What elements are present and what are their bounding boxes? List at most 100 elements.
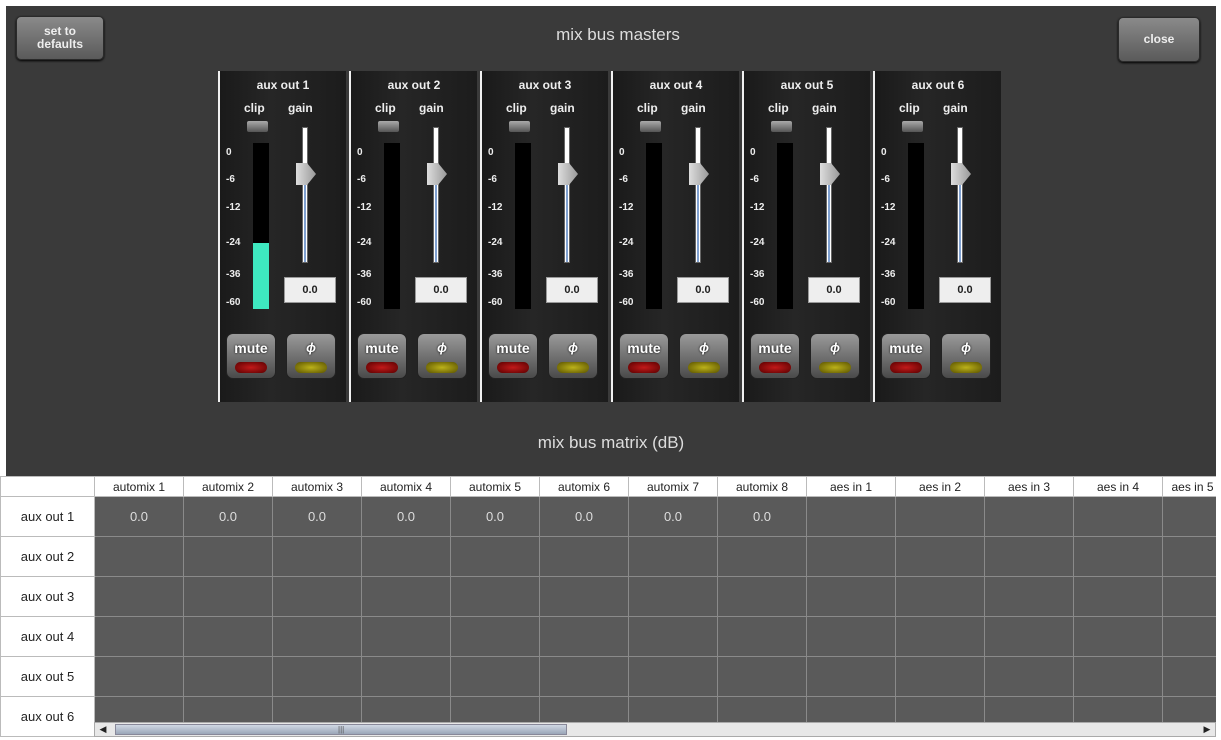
matrix-cell[interactable] bbox=[1073, 656, 1163, 697]
gain-value-field[interactable]: 0.0 bbox=[546, 277, 598, 303]
fader-knob[interactable] bbox=[951, 163, 971, 185]
matrix-cell[interactable] bbox=[94, 656, 184, 697]
matrix-cell[interactable]: 0.0 bbox=[539, 496, 629, 537]
phase-invert-button[interactable]: ϕ bbox=[548, 333, 598, 379]
scroll-right-icon[interactable]: ▶ bbox=[1201, 724, 1213, 735]
fader-knob[interactable] bbox=[820, 163, 840, 185]
mute-button[interactable]: mute bbox=[619, 333, 669, 379]
matrix-cell[interactable] bbox=[984, 576, 1074, 617]
matrix-cell[interactable] bbox=[539, 576, 629, 617]
matrix-cell[interactable] bbox=[628, 576, 718, 617]
matrix-cell[interactable] bbox=[450, 616, 540, 657]
phase-invert-button[interactable]: ϕ bbox=[810, 333, 860, 379]
matrix-cell[interactable] bbox=[94, 536, 184, 577]
matrix-cell[interactable] bbox=[717, 656, 807, 697]
matrix-cell[interactable] bbox=[806, 656, 896, 697]
matrix-cell[interactable]: 0.0 bbox=[183, 496, 273, 537]
gain-value-field[interactable]: 0.0 bbox=[939, 277, 991, 303]
matrix-cell[interactable] bbox=[895, 536, 985, 577]
matrix-cell[interactable] bbox=[1162, 656, 1216, 697]
matrix-cell[interactable] bbox=[1073, 536, 1163, 577]
close-button[interactable]: close bbox=[1118, 17, 1200, 62]
phase-invert-button[interactable]: ϕ bbox=[679, 333, 729, 379]
matrix-cell[interactable] bbox=[183, 656, 273, 697]
gain-value-field[interactable]: 0.0 bbox=[677, 277, 729, 303]
matrix-cell[interactable] bbox=[272, 656, 362, 697]
matrix-cell[interactable]: 0.0 bbox=[628, 496, 718, 537]
matrix-cell[interactable]: 0.0 bbox=[450, 496, 540, 537]
matrix-cell[interactable] bbox=[539, 656, 629, 697]
matrix-cell[interactable] bbox=[717, 576, 807, 617]
mute-button[interactable]: mute bbox=[226, 333, 276, 379]
gain-value-field[interactable]: 0.0 bbox=[415, 277, 467, 303]
matrix-cell[interactable] bbox=[984, 536, 1074, 577]
mute-button[interactable]: mute bbox=[488, 333, 538, 379]
matrix-cell[interactable]: 0.0 bbox=[272, 496, 362, 537]
matrix-cell[interactable] bbox=[1073, 576, 1163, 617]
matrix-cell[interactable] bbox=[895, 496, 985, 537]
fader-knob[interactable] bbox=[427, 163, 447, 185]
gain-value-field[interactable]: 0.0 bbox=[284, 277, 336, 303]
matrix-cell[interactable] bbox=[183, 616, 273, 657]
matrix-cell[interactable] bbox=[806, 496, 896, 537]
fader-knob[interactable] bbox=[296, 163, 316, 185]
matrix-cell[interactable] bbox=[272, 576, 362, 617]
matrix-cell[interactable] bbox=[183, 576, 273, 617]
matrix-cell[interactable] bbox=[984, 656, 1074, 697]
gain-fader[interactable] bbox=[695, 127, 701, 263]
matrix-cell[interactable] bbox=[94, 616, 184, 657]
phase-invert-button[interactable]: ϕ bbox=[941, 333, 991, 379]
matrix-cell[interactable] bbox=[806, 576, 896, 617]
matrix-cell[interactable] bbox=[539, 616, 629, 657]
mute-button[interactable]: mute bbox=[750, 333, 800, 379]
matrix-cell[interactable] bbox=[272, 616, 362, 657]
matrix-cell[interactable] bbox=[272, 536, 362, 577]
matrix-cell[interactable] bbox=[450, 576, 540, 617]
matrix-cell[interactable] bbox=[1162, 496, 1216, 537]
mute-button[interactable]: mute bbox=[357, 333, 407, 379]
matrix-cell[interactable] bbox=[717, 536, 807, 577]
matrix-cell[interactable] bbox=[717, 616, 807, 657]
matrix-cell[interactable] bbox=[361, 616, 451, 657]
matrix-cell[interactable] bbox=[361, 656, 451, 697]
matrix-cell[interactable] bbox=[1162, 576, 1216, 617]
matrix-horizontal-scrollbar[interactable]: ◀ ||| ▶ bbox=[94, 722, 1216, 737]
matrix-cell[interactable] bbox=[895, 656, 985, 697]
gain-value-field[interactable]: 0.0 bbox=[808, 277, 860, 303]
matrix-cell[interactable] bbox=[450, 656, 540, 697]
matrix-cell[interactable] bbox=[895, 616, 985, 657]
gain-fader[interactable] bbox=[826, 127, 832, 263]
phase-invert-button[interactable]: ϕ bbox=[417, 333, 467, 379]
gain-fader[interactable] bbox=[564, 127, 570, 263]
matrix-cell[interactable] bbox=[1162, 616, 1216, 657]
gain-fader[interactable] bbox=[433, 127, 439, 263]
matrix-cell[interactable] bbox=[806, 536, 896, 577]
matrix-cell[interactable] bbox=[806, 616, 896, 657]
fader-knob[interactable] bbox=[689, 163, 709, 185]
matrix-cell[interactable] bbox=[94, 576, 184, 617]
matrix-cell[interactable] bbox=[183, 536, 273, 577]
matrix-cell[interactable]: 0.0 bbox=[94, 496, 184, 537]
matrix-cell[interactable] bbox=[984, 496, 1074, 537]
matrix-cell[interactable] bbox=[539, 536, 629, 577]
matrix-cell[interactable] bbox=[450, 536, 540, 577]
mute-button[interactable]: mute bbox=[881, 333, 931, 379]
phase-invert-button[interactable]: ϕ bbox=[286, 333, 336, 379]
fader-knob[interactable] bbox=[558, 163, 578, 185]
matrix-cell[interactable] bbox=[628, 656, 718, 697]
matrix-cell[interactable] bbox=[895, 576, 985, 617]
gain-fader[interactable] bbox=[957, 127, 963, 263]
matrix-cell[interactable] bbox=[628, 616, 718, 657]
set-to-defaults-button[interactable]: set to defaults bbox=[16, 16, 104, 60]
matrix-cell[interactable] bbox=[1162, 536, 1216, 577]
scroll-left-icon[interactable]: ◀ bbox=[97, 724, 109, 735]
gain-fader[interactable] bbox=[302, 127, 308, 263]
matrix-cell[interactable] bbox=[361, 536, 451, 577]
matrix-cell[interactable] bbox=[1073, 496, 1163, 537]
matrix-cell[interactable] bbox=[1073, 616, 1163, 657]
matrix-cell[interactable] bbox=[628, 536, 718, 577]
matrix-cell[interactable] bbox=[361, 576, 451, 617]
matrix-cell[interactable]: 0.0 bbox=[361, 496, 451, 537]
matrix-cell[interactable]: 0.0 bbox=[717, 496, 807, 537]
scroll-thumb[interactable]: ||| bbox=[115, 724, 567, 735]
